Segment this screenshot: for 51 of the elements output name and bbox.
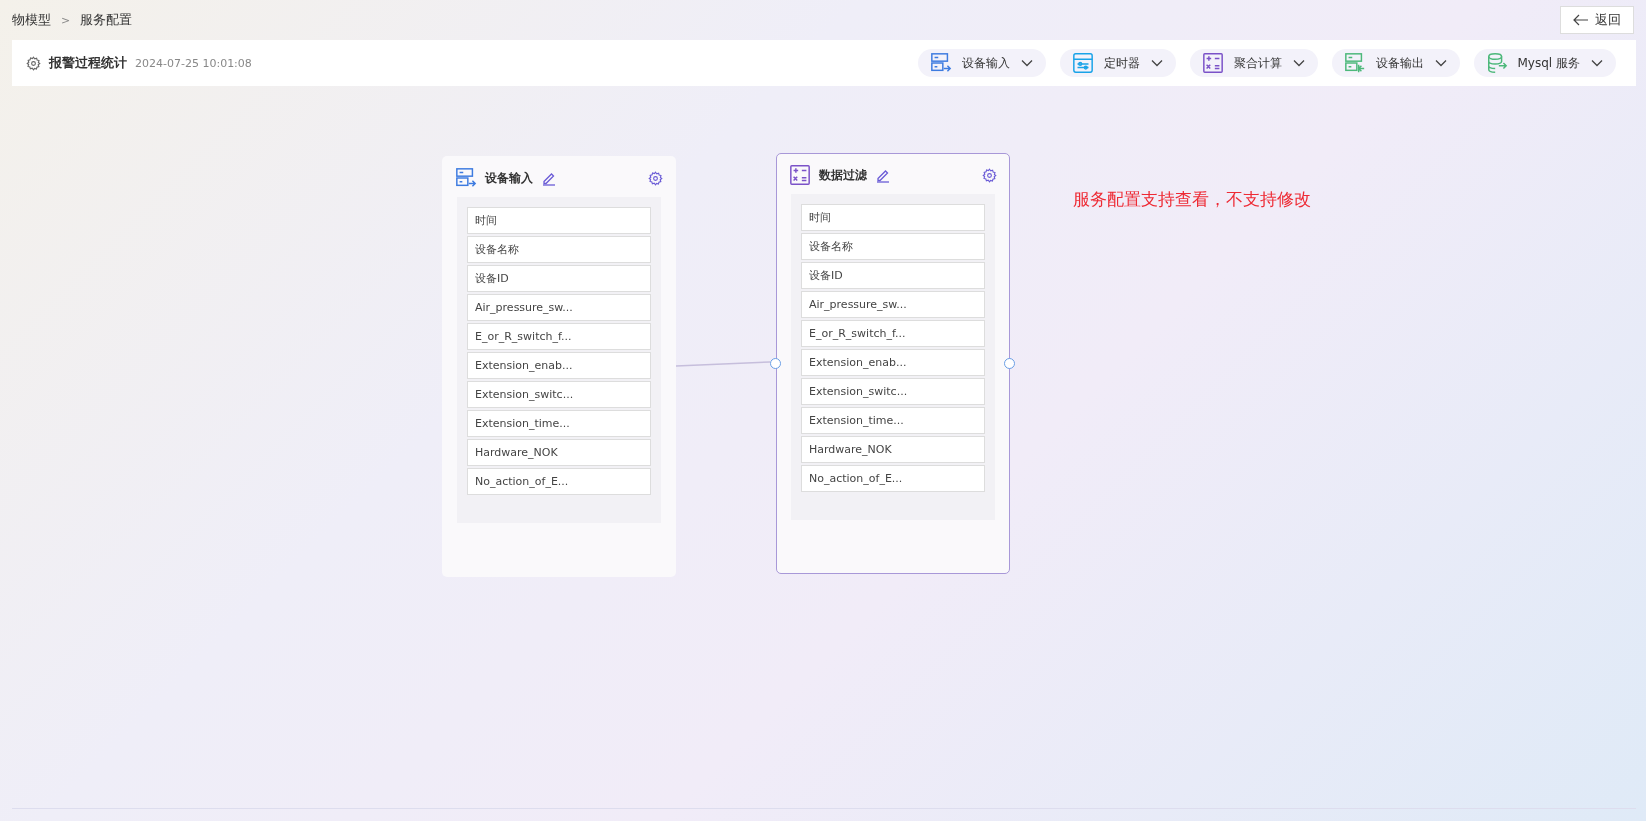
output-port[interactable] (1004, 358, 1015, 369)
field-item: Extension_time... (801, 407, 985, 434)
field-item: Extension_enab... (467, 352, 651, 379)
server-arrow-icon (455, 167, 477, 189)
arrow-left-icon (1573, 14, 1589, 26)
field-item: Extension_switc... (801, 378, 985, 405)
edit-icon[interactable] (875, 167, 891, 183)
calculator-icon (789, 164, 811, 186)
node-type-dropdown[interactable]: 定时器 (1059, 49, 1176, 77)
edit-icon[interactable] (541, 170, 557, 186)
field-item: Extension_enab... (801, 349, 985, 376)
settings-icon[interactable] (982, 167, 997, 183)
server-arrow-icon (1343, 52, 1366, 74)
breadcrumb-link[interactable]: 服务配置 (80, 11, 133, 29)
breadcrumb-link[interactable]: 物模型 (12, 11, 51, 29)
calculator-icon (1201, 52, 1224, 74)
field-item: Hardware_NOK (801, 436, 985, 463)
node-card[interactable]: 设备输入 时间 设备名称 设备ID Air_pressure_sw... E_or_R_switch_f... Extension_enab... Extension_switc... Extension_time... Hardware_NOK No_action_of_E... (442, 156, 676, 577)
node-type-dropdown[interactable]: 设备输入 (917, 49, 1046, 77)
field-item: Air_pressure_sw... (467, 294, 651, 321)
field-item: 时间 (467, 207, 651, 234)
node-type-dropdown[interactable]: Mysql 服务 (1473, 49, 1616, 77)
field-item: Extension_time... (467, 410, 651, 437)
field-item: No_action_of_E... (801, 465, 985, 492)
field-item: Air_pressure_sw... (801, 291, 985, 318)
field-item: 设备名称 (801, 233, 985, 260)
node-title: 设备输入 (485, 169, 533, 187)
panel-sliders-icon (1071, 52, 1094, 74)
input-port[interactable] (770, 358, 781, 369)
field-item: 时间 (801, 204, 985, 231)
node-title: 数据过滤 (819, 166, 867, 184)
field-item: 设备ID (801, 262, 985, 289)
database-icon (1485, 52, 1508, 74)
field-item: E_or_R_switch_f... (801, 320, 985, 347)
field-item: Hardware_NOK (467, 439, 651, 466)
node-card[interactable]: 数据过滤 时间 设备名称 设备ID Air_pressure_sw... E_or_R_switch_f... Extension_enab... Extension_switc... Extension_time... Hardware_NOK No_action_of_E... (776, 153, 1010, 574)
notice-text: 服务配置支持查看，不支持修改 (1073, 188, 1311, 211)
field-item: No_action_of_E... (467, 468, 651, 495)
node-type-dropdown[interactable]: 设备输出 (1331, 49, 1460, 77)
back-button[interactable]: 返回 (1560, 6, 1634, 34)
settings-icon[interactable] (26, 55, 41, 71)
service-title: 报警过程统计 (49, 54, 127, 72)
timestamp: 2024-07-25 10:01:08 (135, 56, 252, 70)
settings-icon[interactable] (648, 170, 663, 186)
field-item: E_or_R_switch_f... (467, 323, 651, 350)
server-arrow-icon (929, 52, 952, 74)
field-item: 设备ID (467, 265, 651, 292)
field-item: 设备名称 (467, 236, 651, 263)
node-type-dropdown[interactable]: 聚合计算 (1189, 49, 1318, 77)
breadcrumb-separator: > (61, 13, 71, 27)
field-item: Extension_switc... (467, 381, 651, 408)
